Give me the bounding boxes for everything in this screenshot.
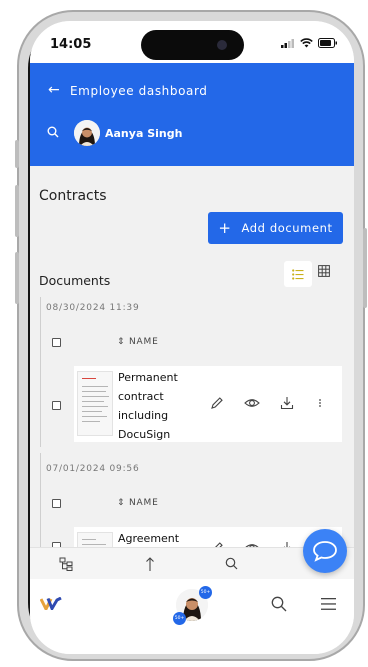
group-date: 07/01/2024 09:56 — [46, 464, 140, 474]
back-arrow-icon[interactable]: ← — [48, 82, 60, 98]
document-name-line: contract — [118, 390, 164, 403]
status-time: 14:05 — [50, 37, 92, 52]
add-document-label: Add document — [241, 221, 333, 235]
document-row[interactable]: Permanent contract including DocuSign — [74, 366, 342, 442]
sort-icon: ⇕ — [117, 498, 126, 508]
side-button — [15, 252, 19, 304]
documents-title: Documents — [39, 273, 111, 288]
notification-badge: 50+ — [199, 586, 212, 599]
document-name-line: Permanent — [118, 371, 178, 384]
group-divider — [40, 297, 41, 447]
notification-badge: 50+ — [173, 612, 186, 625]
document-name-line: including — [118, 409, 169, 422]
plus-icon: + — [218, 219, 232, 237]
app-screen: 14:05 ← Employee dashboard Aanya Singh C… — [30, 21, 354, 654]
menu-icon[interactable] — [321, 598, 336, 610]
document-name: Permanent contract including DocuSign — [118, 368, 188, 444]
view-icon[interactable] — [244, 396, 260, 410]
search-icon[interactable] — [47, 126, 59, 138]
name-column-header[interactable]: ⇕ NAME — [117, 498, 159, 508]
download-icon[interactable] — [280, 396, 294, 410]
row-checkbox[interactable] — [52, 401, 61, 410]
search-icon[interactable] — [271, 596, 287, 612]
list-view-button[interactable] — [284, 261, 312, 287]
chat-button[interactable] — [303, 529, 347, 573]
upload-icon[interactable] — [145, 556, 155, 572]
wifi-icon — [300, 38, 313, 48]
dynamic-island — [141, 30, 244, 60]
more-icon[interactable] — [318, 396, 322, 410]
status-icons — [281, 38, 338, 48]
page-title: Employee dashboard — [70, 84, 208, 98]
name-column-label: NAME — [129, 337, 159, 347]
add-document-button[interactable]: + Add document — [208, 212, 343, 244]
section-title: Contracts — [39, 188, 107, 204]
name-column-header[interactable]: ⇕ NAME — [117, 337, 159, 347]
side-button — [15, 140, 19, 168]
document-name: Agreement — [118, 529, 188, 548]
search-icon[interactable] — [225, 557, 238, 570]
battery-icon — [318, 38, 337, 48]
camera-dot — [217, 40, 227, 50]
user-avatar[interactable] — [74, 120, 100, 146]
group-date: 08/30/2024 11:39 — [46, 303, 140, 313]
select-all-checkbox[interactable] — [52, 338, 61, 347]
signal-icon — [281, 39, 294, 48]
side-button — [363, 228, 367, 308]
tree-icon[interactable] — [59, 557, 73, 571]
user-name: Aanya Singh — [105, 127, 183, 140]
grid-view-icon[interactable] — [318, 265, 330, 277]
list-view-icon — [292, 268, 304, 280]
name-column-label: NAME — [129, 498, 159, 508]
select-all-checkbox[interactable] — [52, 499, 61, 508]
document-thumbnail — [77, 371, 113, 436]
sort-icon: ⇕ — [117, 337, 126, 347]
chat-icon — [313, 541, 337, 562]
status-bar: 14:05 — [30, 21, 354, 63]
side-button — [15, 185, 19, 237]
group-divider — [40, 453, 41, 553]
document-name-line: DocuSign — [118, 428, 171, 441]
document-name-line: Agreement — [118, 532, 180, 545]
edit-icon[interactable] — [210, 396, 224, 410]
brand-logo-icon[interactable] — [40, 597, 62, 610]
app-header: ← Employee dashboard Aanya Singh — [30, 63, 354, 166]
